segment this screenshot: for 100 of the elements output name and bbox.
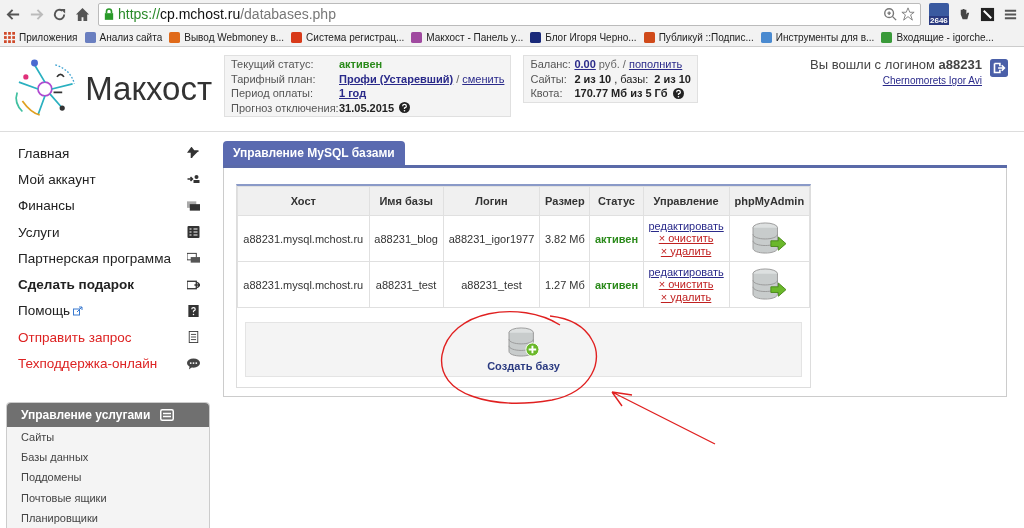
services-link[interactable]: Базы данных <box>7 447 209 468</box>
bookmark[interactable]: Инструменты для в... <box>760 31 875 43</box>
bookmark[interactable]: Анализ сайта <box>84 31 163 43</box>
info-label: Сайты: <box>530 72 568 85</box>
card-arrow-icon <box>187 278 200 291</box>
bookmark[interactable]: Приложения <box>4 31 78 43</box>
menu-link[interactable]: Мой аккаунт <box>18 171 96 187</box>
action-link[interactable]: × удалить <box>647 244 725 258</box>
column-header: Логин <box>443 186 540 216</box>
bookmark[interactable]: Система регистрац... <box>291 31 405 43</box>
bookmark[interactable]: Входящие - igorche... <box>881 31 994 43</box>
top-up-link[interactable]: пополнить <box>628 58 683 71</box>
site-icon <box>760 31 772 43</box>
info-label: Текущий статус: <box>231 58 315 71</box>
help-icon <box>187 304 200 317</box>
site-icon <box>881 31 893 43</box>
create-database-button[interactable]: Создать базу <box>485 323 562 376</box>
table-cell: a88231_blog <box>369 215 444 262</box>
info-value: 31.05.2015 <box>339 101 395 114</box>
change-link[interactable]: сменить <box>462 72 505 85</box>
status-value: активен <box>339 58 383 71</box>
login-text: Вы вошли с логином a88231 <box>810 57 982 72</box>
status-cell: активен <box>589 215 644 262</box>
info-label: Прогноз отключения: <box>231 101 339 114</box>
extension-badge: 2646 <box>929 16 949 25</box>
list-icon <box>160 408 175 421</box>
edit-link[interactable]: редактировать <box>647 219 725 233</box>
services-link[interactable]: Почтовые ящики <box>7 487 209 509</box>
currency-text: руб. / <box>598 58 626 71</box>
menu-link[interactable]: Услуги <box>18 224 60 240</box>
period-link[interactable]: 1 год <box>339 87 367 100</box>
column-header: Размер <box>539 186 590 216</box>
info-label: Период оплаты: <box>231 87 314 100</box>
menu-link[interactable]: Техподдержка-онлайн <box>18 356 158 371</box>
reload-icon[interactable] <box>52 6 67 22</box>
table-cell: a88231.mysql.mchost.ru <box>237 261 370 308</box>
zoom-icon[interactable] <box>883 7 897 21</box>
bookmark[interactable]: Публикуй ::Подпис... <box>643 31 754 43</box>
table-cell: a88231_test <box>443 261 540 308</box>
site-icon <box>530 31 542 43</box>
databases-value: 2 из 10 <box>654 72 691 85</box>
table-cell: 1.27 Мб <box>539 261 590 308</box>
database-arrow-icon[interactable] <box>752 267 787 300</box>
services-link[interactable]: Сайты <box>7 426 209 448</box>
info-label: Баланс: <box>530 58 572 71</box>
column-header: Управление <box>643 186 730 216</box>
plan-link[interactable]: Профи (Устаревший) <box>339 72 454 85</box>
cards-icon <box>187 199 200 212</box>
column-header: phpMyAdmin <box>729 186 810 216</box>
menu-link[interactable]: Финансы <box>18 198 75 214</box>
star-icon[interactable] <box>901 7 915 21</box>
status-cell: активен <box>589 261 644 308</box>
action-link[interactable]: × удалить <box>647 290 725 304</box>
edit-link[interactable]: редактировать <box>647 265 725 279</box>
user-name-link[interactable]: Chernomorets Igor Avi <box>882 75 982 86</box>
logout-icon[interactable] <box>990 59 1008 77</box>
site-icon <box>169 31 181 43</box>
extension-icon[interactable]: 2646 <box>929 3 949 25</box>
menu-link[interactable]: Партнерская программа <box>18 250 171 266</box>
home-icon[interactable] <box>75 6 90 22</box>
logo-text: Макхост <box>85 70 212 108</box>
services-title: Управление услугами <box>21 407 151 422</box>
bookmark[interactable]: Макхост - Панель у... <box>411 31 524 43</box>
action-link[interactable]: × очистить <box>647 232 725 245</box>
cards-icon <box>187 252 200 265</box>
address-field[interactable]: https://cp.mchost.ru/databases.php <box>98 2 921 26</box>
table-cell: a88231.mysql.mchost.ru <box>237 215 370 262</box>
menu-link[interactable]: Сделать подарок <box>18 277 135 293</box>
menu-link[interactable]: Отправить запрос <box>18 329 132 345</box>
site-icon <box>84 31 96 43</box>
list-icon <box>187 226 200 239</box>
databases-label: , базы: <box>614 72 649 85</box>
extension-icon[interactable] <box>980 6 995 22</box>
external-link-icon <box>73 305 84 316</box>
table-cell: a88231_test <box>369 261 444 308</box>
menu-link[interactable]: Помощь <box>18 303 71 319</box>
sites-value: 2 из 10 <box>574 72 612 85</box>
apps-icon <box>4 31 15 43</box>
column-header: Хост <box>237 186 370 216</box>
action-link[interactable]: × очистить <box>647 278 725 291</box>
database-arrow-icon[interactable] <box>752 221 787 254</box>
table-cell: a88231_igor1977 <box>443 215 540 262</box>
bookmark[interactable]: Блог Игоря Черно... <box>530 31 637 43</box>
help-icon[interactable] <box>672 87 684 99</box>
panel-tab[interactable]: Управление MySQL базами <box>223 141 405 165</box>
bookmark[interactable]: Вывод Webmoney в... <box>169 31 285 43</box>
separator-text: / <box>456 72 460 85</box>
site-icon <box>643 31 655 43</box>
column-header: Статус <box>589 186 644 216</box>
balance-link[interactable]: 0.00 <box>574 58 596 71</box>
help-icon[interactable] <box>399 102 411 114</box>
services-link[interactable]: Поддомены <box>7 467 209 488</box>
table-cell: 3.82 Мб <box>539 215 590 262</box>
lock-icon <box>104 8 114 20</box>
info-label: Квота: <box>530 87 564 100</box>
info-label: Тарифный план: <box>231 72 317 85</box>
document-icon <box>187 331 200 344</box>
menu-link[interactable]: Главная <box>18 145 70 161</box>
database-add-icon <box>507 327 540 357</box>
services-link[interactable]: Планировщики <box>7 508 209 528</box>
